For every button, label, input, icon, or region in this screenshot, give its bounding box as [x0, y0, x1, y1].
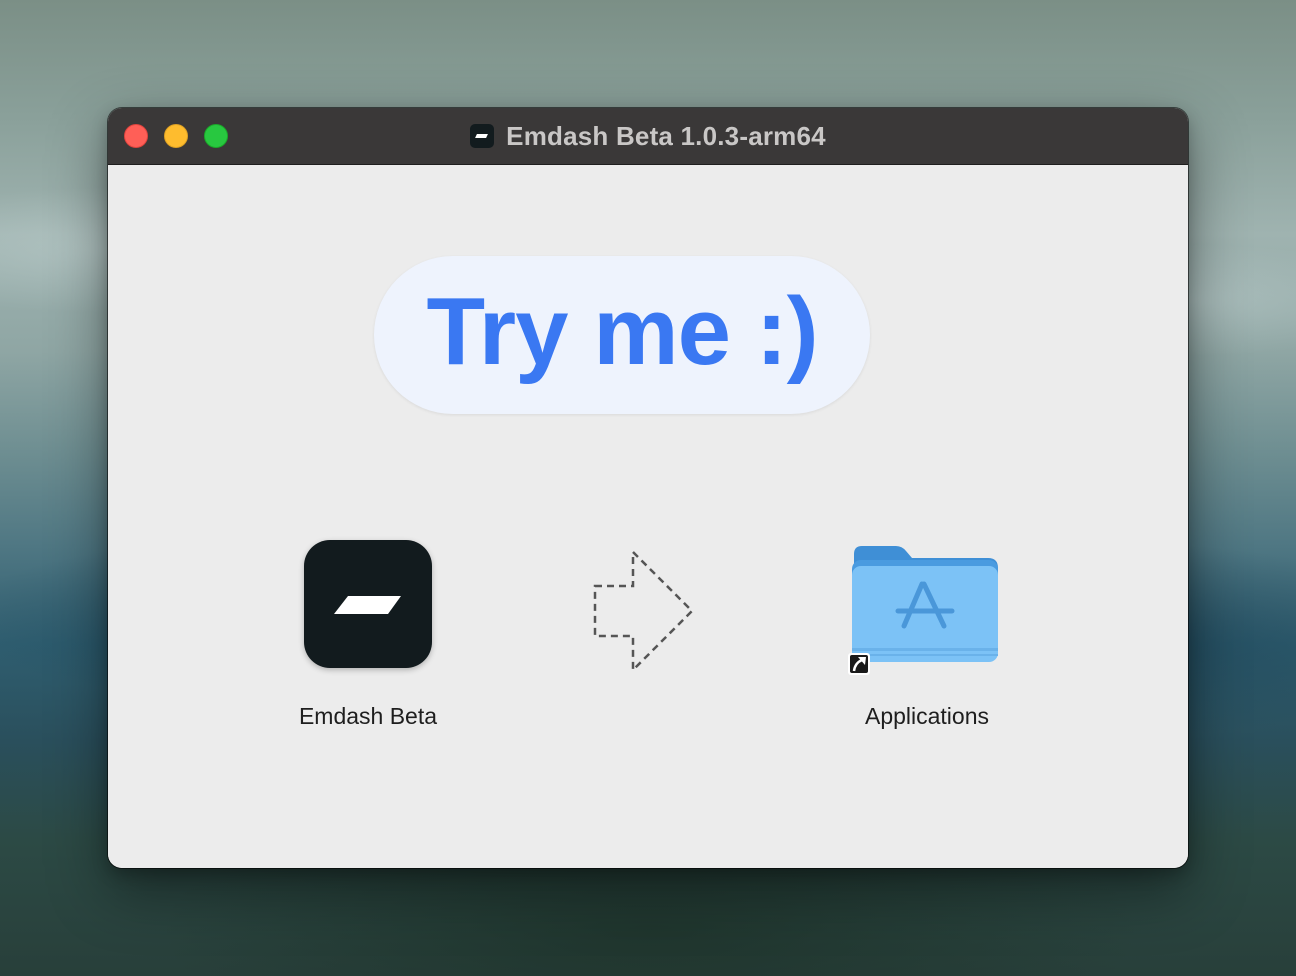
emdash-small-icon	[470, 124, 495, 148]
try-me-text: Try me :)	[426, 278, 818, 385]
window-content: Try me :) Emdash Beta Applications	[108, 165, 1188, 868]
window-title-group: Emdash Beta 1.0.3-arm64	[108, 108, 1188, 164]
applications-label[interactable]: Applications	[817, 703, 1037, 730]
window-title: Emdash Beta 1.0.3-arm64	[506, 120, 826, 151]
app-label[interactable]: Emdash Beta	[258, 703, 478, 730]
installer-window: Emdash Beta 1.0.3-arm64 Try me :) Emdash…	[108, 108, 1188, 868]
alias-arrow-icon	[848, 653, 870, 675]
emdash-logo-icon	[334, 596, 401, 614]
dashed-arrow-right-icon	[593, 549, 694, 673]
applications-folder-icon[interactable]	[848, 540, 1000, 668]
emdash-app-icon[interactable]	[304, 540, 432, 668]
title-bar[interactable]: Emdash Beta 1.0.3-arm64	[108, 108, 1188, 165]
try-me-banner: Try me :)	[374, 256, 870, 414]
